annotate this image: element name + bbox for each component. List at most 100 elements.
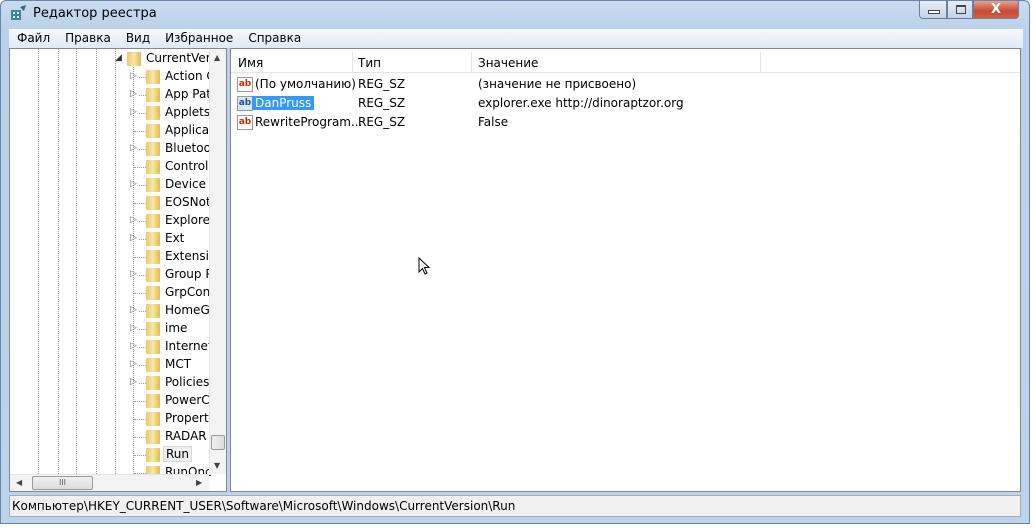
tree-item[interactable]: GrpCon <box>10 284 210 302</box>
tree-item[interactable]: ▷ ime <box>10 320 210 338</box>
scroll-down-arrow-icon[interactable]: ▼ <box>214 461 220 470</box>
close-icon: X <box>990 2 1002 17</box>
scroll-thumb[interactable] <box>211 435 225 450</box>
menu-edit[interactable]: Правка <box>57 29 118 48</box>
menu-view[interactable]: Вид <box>118 29 157 48</box>
folder-icon <box>146 394 160 408</box>
expand-arrow-icon[interactable]: ▷ <box>130 215 137 225</box>
list-row[interactable]: ab (По умолчанию) REG_SZ (значение не присв… <box>231 75 931 94</box>
tree-item[interactable]: ▷ Internet <box>10 338 213 356</box>
column-header-name[interactable]: Имя <box>238 56 263 70</box>
tree-item[interactable]: ▷ MCT <box>10 356 210 374</box>
tree-connector <box>139 113 146 114</box>
scroll-left-arrow-icon[interactable]: ◀ <box>16 478 22 487</box>
value-type: REG_SZ <box>358 115 406 129</box>
tree-item[interactable]: PowerC <box>10 392 210 410</box>
tree-item[interactable]: ▷ Device M <box>10 176 220 194</box>
folder-icon <box>146 142 160 156</box>
value-data: False <box>478 115 509 129</box>
tree-connector <box>134 257 146 258</box>
tree-item-label: EOSNot <box>165 195 211 209</box>
menu-favorites[interactable]: Избранное <box>157 29 240 48</box>
tree-item[interactable]: ▷ App Pat <box>10 86 212 104</box>
tree-item-label: CurrentVers <box>146 51 217 65</box>
tree-vertical-scrollbar[interactable]: ▲ ▼ <box>209 49 226 474</box>
folder-icon <box>146 322 160 336</box>
string-value-icon: ab <box>237 77 253 92</box>
menu-file[interactable]: Файл <box>9 29 57 48</box>
tree-connector <box>139 311 146 312</box>
tree-item[interactable]: ▷ Applets <box>10 104 210 122</box>
tree-connector <box>139 77 146 78</box>
maximize-icon <box>956 5 966 14</box>
column-header-value[interactable]: Значение <box>478 56 538 70</box>
column-divider[interactable] <box>760 52 761 73</box>
value-name: DanPruss <box>252 96 315 110</box>
tree-horizontal-scrollbar[interactable]: ◀ III ▶ <box>10 474 209 491</box>
tree-item[interactable]: Extensio <box>10 248 216 266</box>
tree-item[interactable]: ▷ Bluetoo <box>10 140 211 158</box>
folder-icon <box>146 268 160 282</box>
tree-item-label: PowerC <box>165 393 210 407</box>
tree-connector <box>134 167 146 168</box>
tree-connector <box>134 401 146 402</box>
expand-arrow-icon[interactable]: ▷ <box>130 341 137 351</box>
expand-arrow-icon[interactable]: ▷ <box>130 377 137 387</box>
expand-arrow-icon[interactable]: ▷ <box>130 359 137 369</box>
scroll-right-arrow-icon[interactable]: ▶ <box>196 478 202 487</box>
tree-item-label: App Pat <box>165 87 212 101</box>
column-divider[interactable] <box>471 52 472 73</box>
expand-arrow-icon[interactable]: ▷ <box>130 269 137 279</box>
menu-help[interactable]: Справка <box>240 29 308 48</box>
tree-item[interactable]: Controls <box>10 158 215 176</box>
expand-arrow-icon[interactable]: ▷ <box>130 71 137 81</box>
collapse-arrow-icon[interactable]: ◢ <box>115 53 122 63</box>
tree-item-label: Internet <box>165 339 213 353</box>
status-bar-path: Компьютер\HKEY_CURRENT_USER\Software\Mic… <box>9 495 1021 517</box>
column-header-type[interactable]: Тип <box>358 56 381 70</box>
tree-connector <box>139 239 146 240</box>
minimize-button[interactable] <box>919 1 947 19</box>
registry-tree[interactable]: ◢ CurrentVers ▷ Action C ▷ App Pat ▷ Applets A… <box>9 48 227 492</box>
values-list[interactable]: Имя Тип Значение ab (По умолчанию) REG_SZ(… <box>230 48 1021 492</box>
list-row[interactable]: ab DanPruss REG_SZ explorer.exe http://dino… <box>231 94 931 113</box>
tree-item[interactable]: ▷ HomeG <box>10 302 210 320</box>
tree-item[interactable]: ▷ Action C <box>10 68 215 86</box>
tree-item-label: GrpCon <box>165 285 211 299</box>
tree-item[interactable]: Run <box>10 446 210 464</box>
tree-item[interactable]: ▷ Policies <box>10 374 210 392</box>
tree-item[interactable]: ▷ Explorer <box>10 212 215 230</box>
expand-arrow-icon[interactable]: ▷ <box>130 305 137 315</box>
tree-item[interactable]: Applicat <box>10 122 214 140</box>
window-title: Редактор реестра <box>33 6 157 21</box>
tree-item[interactable]: EOSNot <box>10 194 211 212</box>
tree-item-label: Bluetoo <box>165 141 211 155</box>
folder-icon <box>146 196 160 210</box>
tree-item[interactable]: Property <box>10 410 216 428</box>
tree-connector <box>139 149 146 150</box>
tree-item[interactable]: RADAR <box>10 428 210 446</box>
expand-arrow-icon[interactable]: ▷ <box>130 179 137 189</box>
close-button[interactable]: X <box>973 1 1019 19</box>
folder-icon <box>146 214 160 228</box>
expand-arrow-icon[interactable]: ▷ <box>130 89 137 99</box>
expand-arrow-icon[interactable]: ▷ <box>130 143 137 153</box>
tree-item-currentversion[interactable]: ◢ CurrentVers <box>10 50 217 68</box>
maximize-button[interactable] <box>947 1 973 19</box>
scroll-thumb[interactable]: III <box>32 476 93 490</box>
expand-arrow-icon[interactable]: ▷ <box>130 323 137 333</box>
tree-item-label: Run <box>163 446 193 462</box>
tree-connector <box>134 455 146 456</box>
list-row[interactable]: ab RewriteProgram... REG_SZ False <box>231 113 931 132</box>
tree-item-label: RADAR <box>165 429 207 443</box>
column-divider[interactable] <box>352 52 353 73</box>
expand-arrow-icon[interactable]: ▷ <box>130 233 137 243</box>
folder-icon <box>146 340 160 354</box>
tree-connector <box>139 329 146 330</box>
scroll-up-arrow-icon[interactable]: ▲ <box>214 53 220 62</box>
tree-item[interactable]: ▷ Group P <box>10 266 213 284</box>
tree-item[interactable]: ▷ Ext <box>10 230 210 248</box>
expand-arrow-icon[interactable]: ▷ <box>130 107 137 117</box>
folder-icon <box>146 376 160 390</box>
folder-open-icon <box>127 52 141 66</box>
